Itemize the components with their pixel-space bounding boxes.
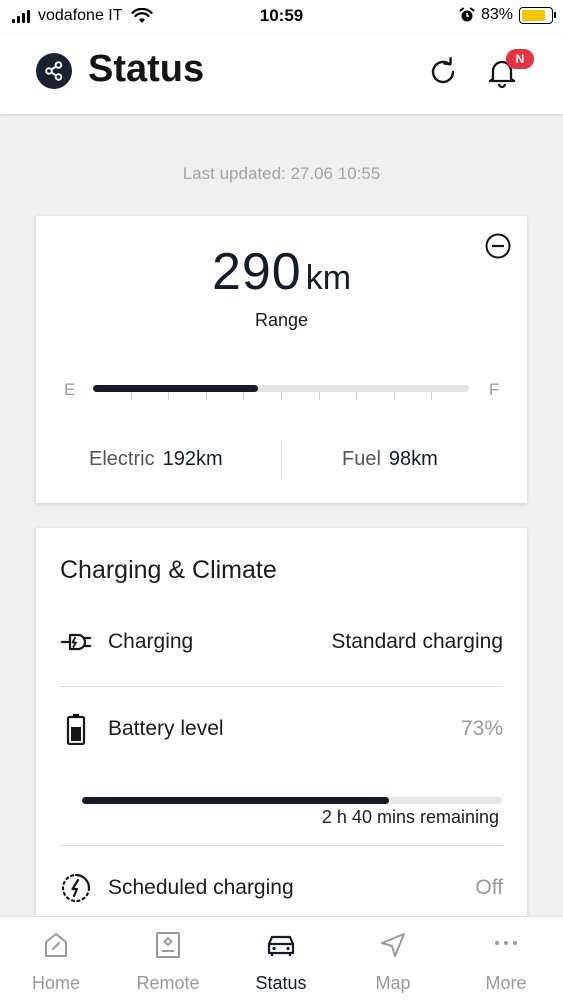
range-gauge-fill	[93, 385, 259, 392]
gauge-full-label: F	[489, 380, 500, 399]
gauge-tick	[356, 392, 358, 400]
tab-label: Home	[31, 973, 80, 993]
gauge-tick	[243, 392, 245, 400]
gauge-tick	[205, 392, 207, 400]
charging-plug-icon	[60, 626, 92, 658]
refresh-icon[interactable]	[427, 56, 459, 88]
tab-label: Remote	[136, 973, 200, 993]
last-updated-text: Last updated: 27.06 10:55	[182, 164, 381, 183]
bottom-tab-bar: Home Remote Status Map More	[0, 916, 563, 1000]
gauge-tick	[168, 392, 170, 400]
app-header: Status N	[0, 34, 563, 114]
battery-icon	[60, 713, 92, 745]
range-gauge	[93, 385, 469, 392]
range-number: 290	[211, 243, 302, 301]
battery-level-value: 73%	[460, 717, 503, 740]
gauge-tick	[393, 392, 395, 400]
electric-range: Electric 192km	[89, 448, 223, 471]
tab-map[interactable]: Map	[337, 917, 449, 1000]
charging-time-remaining: 2 h 40 mins remaining	[321, 807, 499, 827]
range-split-divider	[281, 440, 282, 480]
card-title: Charging & Climate	[60, 556, 277, 584]
scheduled-charging-icon	[60, 872, 92, 904]
share-button[interactable]	[36, 53, 72, 89]
charging-row[interactable]: Charging Standard charging	[60, 622, 503, 662]
home-icon	[45, 933, 67, 957]
tab-home[interactable]: Home	[0, 917, 112, 1000]
system-status-bar: vodafone IT 10:59 83%	[0, 0, 563, 34]
fuel-value: 98km	[388, 448, 438, 470]
fuel-range: Fuel 98km	[342, 448, 438, 471]
gauge-tick	[281, 392, 282, 400]
range-value: 290 km	[36, 242, 527, 302]
battery-percent: 83%	[480, 6, 513, 23]
battery-level-bar	[82, 797, 502, 804]
scheduled-charging-row[interactable]: Scheduled charging Off	[60, 868, 503, 908]
notification-badge: N	[506, 49, 534, 69]
row-divider	[60, 845, 503, 846]
more-dots-icon	[495, 941, 517, 945]
tab-label: Status	[255, 973, 307, 993]
battery-level-fill	[82, 797, 389, 804]
fuel-label: Fuel	[342, 448, 381, 470]
gauge-tick	[431, 392, 433, 400]
scheduled-charging-label: Scheduled charging	[108, 876, 294, 899]
scheduled-charging-value: Off	[475, 876, 503, 899]
range-card: 290 km Range E F Electric 192km Fuel 98km	[36, 216, 527, 503]
battery-icon	[519, 6, 556, 24]
gauge-empty-label: E	[64, 380, 76, 399]
car-icon	[267, 935, 295, 956]
electric-value: 192km	[162, 448, 223, 470]
navigation-arrow-icon	[381, 933, 405, 957]
range-label: Range	[254, 310, 309, 330]
row-divider	[60, 686, 503, 687]
share-icon	[45, 61, 63, 81]
battery-level-label: Battery level	[108, 717, 224, 740]
tab-more[interactable]: More	[450, 917, 562, 1000]
tab-label: Map	[375, 973, 411, 993]
charging-label: Charging	[108, 630, 194, 653]
charging-climate-card: Charging & Climate Charging Standard cha…	[36, 528, 527, 928]
charging-value: Standard charging	[331, 630, 503, 653]
remote-icon	[156, 932, 180, 958]
tab-label: More	[485, 973, 527, 993]
gauge-tick	[130, 392, 132, 400]
electric-label: Electric	[89, 448, 155, 470]
range-unit: km	[305, 259, 352, 297]
tab-remote[interactable]: Remote	[112, 917, 224, 1000]
alarm-clock-icon	[459, 7, 475, 22]
battery-level-row[interactable]: Battery level 73%	[60, 709, 503, 749]
gauge-tick	[318, 392, 320, 400]
tab-status[interactable]: Status	[225, 917, 337, 1000]
page-title: Status	[88, 48, 205, 90]
